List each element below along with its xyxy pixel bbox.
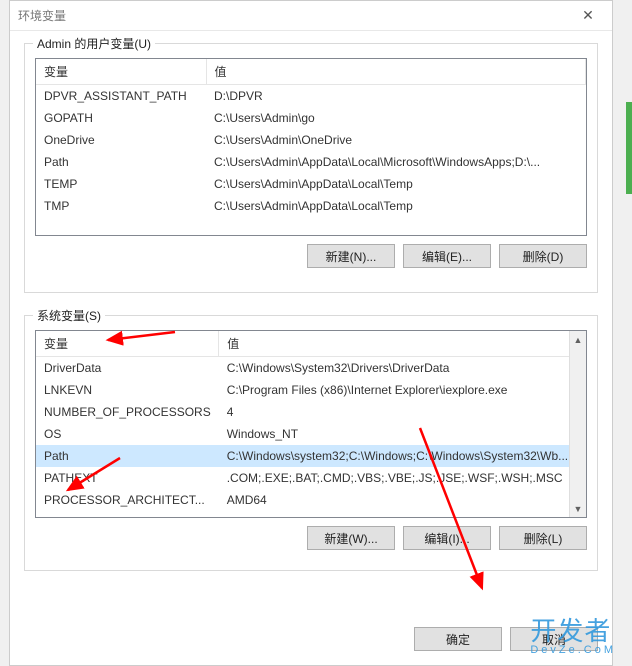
var-value-cell: D:\DPVR xyxy=(206,85,586,108)
close-button[interactable]: ✕ xyxy=(572,5,604,27)
user-vars-label: Admin 的用户变量(U) xyxy=(33,35,155,52)
user-delete-button[interactable]: 删除(D) xyxy=(499,244,587,268)
var-name-cell: DriverData xyxy=(36,357,219,380)
table-row[interactable]: PathC:\Users\Admin\AppData\Local\Microso… xyxy=(36,151,586,173)
var-name-cell: Path xyxy=(36,445,219,467)
table-row[interactable]: PROCESSOR_ARCHITECT...AMD64 xyxy=(36,489,576,511)
table-row[interactable]: NUMBER_OF_PROCESSORS4 xyxy=(36,401,576,423)
user-vars-table-wrap: 变量 值 DPVR_ASSISTANT_PATHD:\DPVRGOPATHC:\… xyxy=(35,58,587,236)
cancel-button[interactable]: 取消 xyxy=(510,627,598,651)
sys-col-variable[interactable]: 变量 xyxy=(36,331,219,357)
var-name-cell: OS xyxy=(36,423,219,445)
scroll-down-icon[interactable]: ▼ xyxy=(570,500,586,517)
window-title: 环境变量 xyxy=(18,7,572,24)
var-value-cell: Windows_NT xyxy=(219,423,576,445)
table-row[interactable]: DriverDataC:\Windows\System32\Drivers\Dr… xyxy=(36,357,576,380)
var-value-cell: C:\Users\Admin\go xyxy=(206,107,586,129)
edge-strip xyxy=(626,102,632,194)
var-value-cell: C:\Users\Admin\OneDrive xyxy=(206,129,586,151)
table-row[interactable]: OSWindows_NT xyxy=(36,423,576,445)
user-vars-table[interactable]: 变量 值 DPVR_ASSISTANT_PATHD:\DPVRGOPATHC:\… xyxy=(36,59,586,217)
system-new-button[interactable]: 新建(W)... xyxy=(307,526,395,550)
var-value-cell: C:\Users\Admin\AppData\Local\Microsoft\W… xyxy=(206,151,586,173)
table-row[interactable]: TEMPC:\Users\Admin\AppData\Local\Temp xyxy=(36,173,586,195)
var-value-cell: C:\Users\Admin\AppData\Local\Temp xyxy=(206,195,586,217)
var-name-cell: LNKEVN xyxy=(36,379,219,401)
var-name-cell: TMP xyxy=(36,195,206,217)
system-vars-group: 系统变量(S) 变量 值 DriverDataC:\Windows\System… xyxy=(24,315,598,571)
var-name-cell: Path xyxy=(36,151,206,173)
user-new-button[interactable]: 新建(N)... xyxy=(307,244,395,268)
var-value-cell: C:\Windows\system32;C:\Windows;C:\Window… xyxy=(219,445,576,467)
table-row[interactable]: GOPATHC:\Users\Admin\go xyxy=(36,107,586,129)
table-row[interactable]: TMPC:\Users\Admin\AppData\Local\Temp xyxy=(36,195,586,217)
table-row[interactable]: PathC:\Windows\system32;C:\Windows;C:\Wi… xyxy=(36,445,576,467)
var-value-cell: C:\Windows\System32\Drivers\DriverData xyxy=(219,357,576,380)
var-value-cell: .COM;.EXE;.BAT;.CMD;.VBS;.VBE;.JS;.JSE;.… xyxy=(219,467,576,489)
var-name-cell: TEMP xyxy=(36,173,206,195)
sys-col-value[interactable]: 值 xyxy=(219,331,576,357)
var-value-cell: C:\Users\Admin\AppData\Local\Temp xyxy=(206,173,586,195)
system-edit-button[interactable]: 编辑(I)... xyxy=(403,526,491,550)
var-name-cell: DPVR_ASSISTANT_PATH xyxy=(36,85,206,108)
system-delete-button[interactable]: 删除(L) xyxy=(499,526,587,550)
user-edit-button[interactable]: 编辑(E)... xyxy=(403,244,491,268)
table-row[interactable]: DPVR_ASSISTANT_PATHD:\DPVR xyxy=(36,85,586,108)
table-row[interactable]: PATHEXT.COM;.EXE;.BAT;.CMD;.VBS;.VBE;.JS… xyxy=(36,467,576,489)
scroll-up-icon[interactable]: ▲ xyxy=(570,331,586,348)
table-row[interactable]: LNKEVNC:\Program Files (x86)\Internet Ex… xyxy=(36,379,576,401)
var-value-cell: 4 xyxy=(219,401,576,423)
var-value-cell: C:\Program Files (x86)\Internet Explorer… xyxy=(219,379,576,401)
var-name-cell: PATHEXT xyxy=(36,467,219,489)
var-name-cell: NUMBER_OF_PROCESSORS xyxy=(36,401,219,423)
content-area: Admin 的用户变量(U) 变量 值 DPVR_ASSISTANT_PATHD… xyxy=(10,31,612,617)
titlebar: 环境变量 ✕ xyxy=(10,1,612,31)
system-vars-table-wrap: 变量 值 DriverDataC:\Windows\System32\Drive… xyxy=(35,330,587,518)
system-vars-buttons: 新建(W)... 编辑(I)... 删除(L) xyxy=(35,526,587,550)
table-row[interactable]: OneDriveC:\Users\Admin\OneDrive xyxy=(36,129,586,151)
system-vars-table[interactable]: 变量 值 DriverDataC:\Windows\System32\Drive… xyxy=(36,331,577,511)
user-col-variable[interactable]: 变量 xyxy=(36,59,206,85)
user-col-value[interactable]: 值 xyxy=(206,59,586,85)
ok-button[interactable]: 确定 xyxy=(414,627,502,651)
scrollbar[interactable]: ▲ ▼ xyxy=(569,331,586,517)
user-vars-buttons: 新建(N)... 编辑(E)... 删除(D) xyxy=(35,244,587,268)
var-name-cell: OneDrive xyxy=(36,129,206,151)
user-vars-group: Admin 的用户变量(U) 变量 值 DPVR_ASSISTANT_PATHD… xyxy=(24,43,598,293)
env-vars-dialog: 环境变量 ✕ Admin 的用户变量(U) 变量 值 DPVR_ASSISTAN… xyxy=(9,0,613,666)
var-name-cell: GOPATH xyxy=(36,107,206,129)
system-vars-label: 系统变量(S) xyxy=(33,307,105,324)
dialog-actions: 确定 取消 xyxy=(10,617,612,665)
var-value-cell: AMD64 xyxy=(219,489,576,511)
close-icon: ✕ xyxy=(582,7,594,24)
var-name-cell: PROCESSOR_ARCHITECT... xyxy=(36,489,219,511)
